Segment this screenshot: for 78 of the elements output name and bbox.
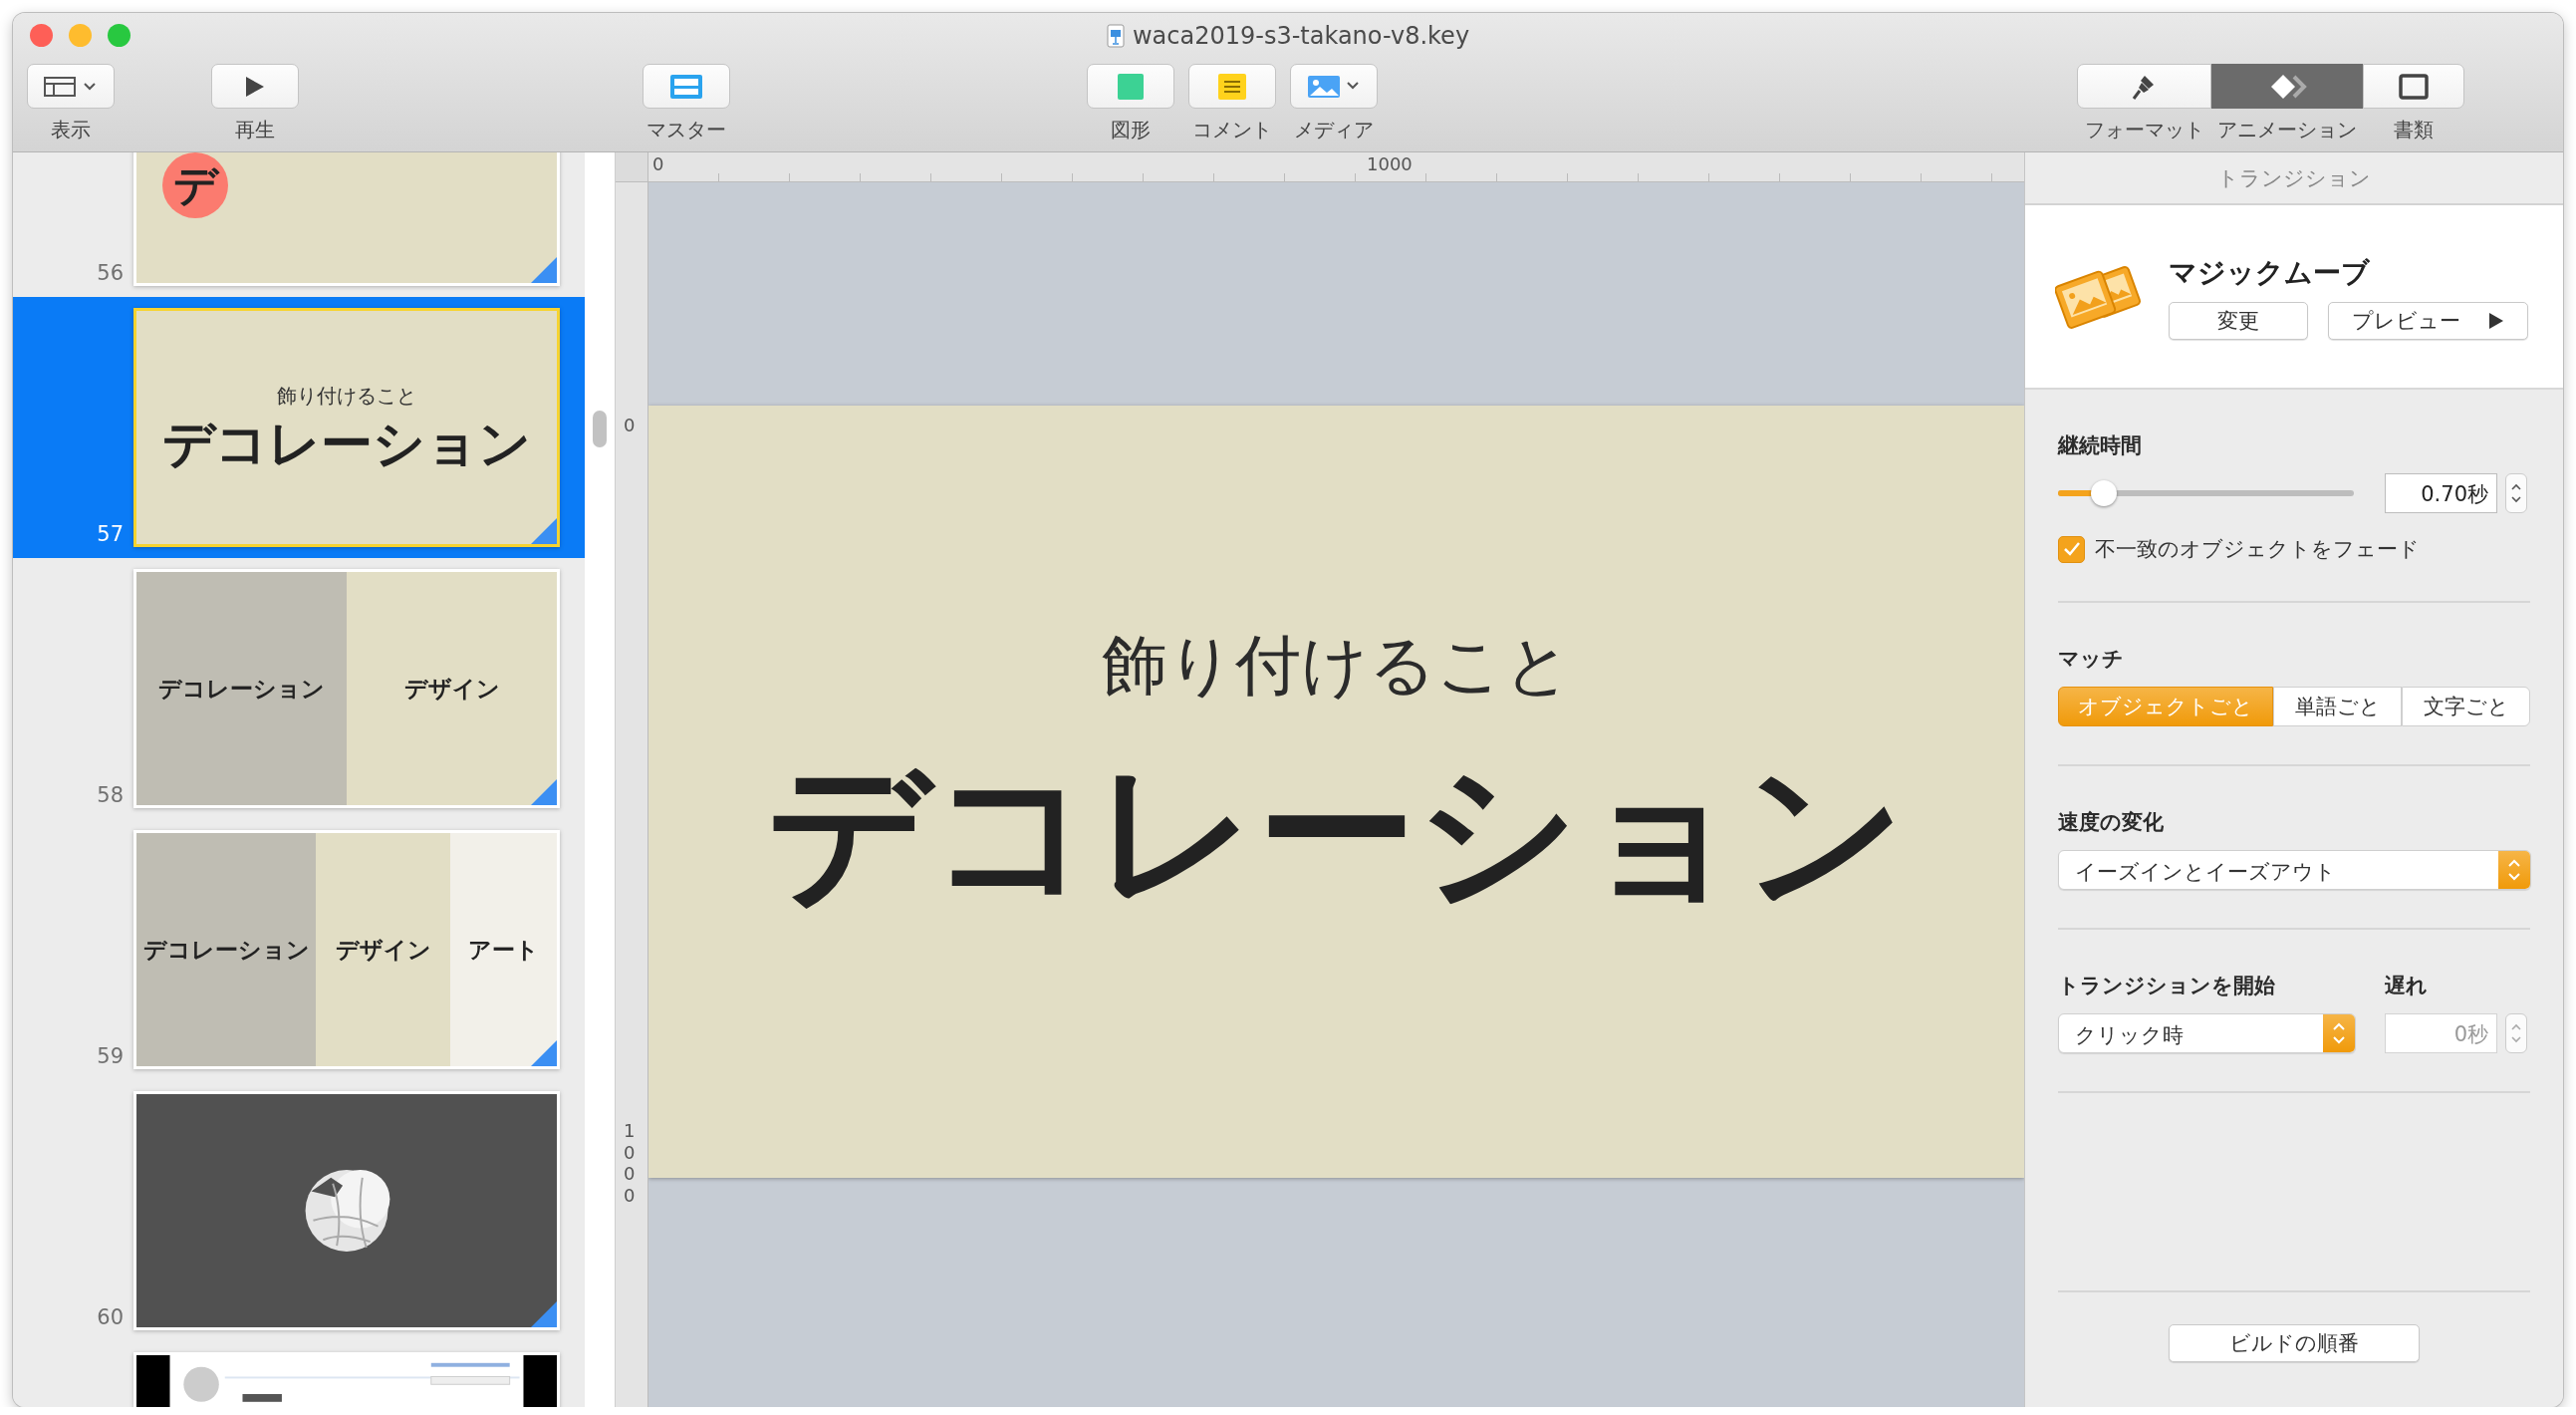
- image-icon: [1306, 73, 1362, 100]
- build-order-button[interactable]: ビルドの順番: [2169, 1324, 2420, 1362]
- inspector-heading: トランジション: [2217, 164, 2371, 192]
- slide-thumbnail[interactable]: デコレーション デザイン: [133, 569, 560, 808]
- close-button[interactable]: [30, 24, 53, 47]
- slide-column: アート: [449, 833, 557, 1066]
- toolbar-label: 図形: [1111, 117, 1151, 143]
- inspector-tab[interactable]: [2211, 64, 2363, 109]
- toolbar-label: 表示: [51, 117, 91, 143]
- slide-number: 59: [96, 1046, 124, 1069]
- toolbar-button[interactable]: [211, 64, 299, 109]
- slide-column: デコレーション: [136, 572, 347, 805]
- toolbar-label: マスター: [646, 117, 726, 143]
- section-label: 速度の変化: [2058, 809, 2165, 836]
- slide-canvas[interactable]: 飾り付けること デコレーション: [648, 406, 2024, 1178]
- slide-column: デザイン: [347, 572, 557, 805]
- slide-column: デコレーション: [136, 833, 317, 1066]
- slide-thumbnail[interactable]: デ: [133, 152, 560, 286]
- zoom-button[interactable]: [108, 24, 130, 47]
- slide-layout-icon: [669, 73, 703, 100]
- selected-slide-row[interactable]: 57 飾り付けること デコレーション: [13, 297, 585, 558]
- ruler-label: 1000: [1367, 153, 1413, 174]
- document-icon: [1106, 24, 1125, 48]
- slide-title: デコレーション: [766, 743, 1907, 920]
- toolbar-label: メディア: [1294, 117, 1374, 143]
- document-icon: [2399, 73, 2429, 100]
- ruler-label: 1000: [624, 1120, 637, 1207]
- slide-column: デザイン: [316, 833, 450, 1066]
- scroll-thumb[interactable]: [593, 411, 607, 447]
- tab-label: フォーマット: [2084, 117, 2204, 143]
- inspector-tab[interactable]: [2363, 64, 2464, 109]
- section-label: マッチ: [2058, 646, 2125, 673]
- preview-button[interactable]: プレビュー: [2328, 301, 2528, 340]
- window-title: waca2019-s3-takano-v8.key: [1132, 22, 1470, 50]
- change-button[interactable]: 変更: [2169, 301, 2308, 340]
- slide-subtitle: 飾り付けること: [277, 382, 416, 410]
- slide-thumbnail[interactable]: デコレーション デザイン アート: [133, 830, 560, 1069]
- note-icon: [1217, 72, 1247, 101]
- toolbar-button[interactable]: [27, 64, 115, 109]
- slide-subtitle: 飾り付けること: [1101, 630, 1572, 703]
- tab-label: アニメーション: [2217, 117, 2357, 143]
- slide-number: 57: [96, 524, 124, 547]
- checkbox-label: 不一致のオブジェクトをフェード: [2095, 536, 2420, 563]
- slide-badge: デ: [162, 152, 228, 218]
- toolbar-label: コメント: [1192, 117, 1272, 143]
- section-label: 継続時間: [2058, 432, 2143, 459]
- slide-thumbnail[interactable]: 飾り付けること デコレーション: [133, 308, 560, 547]
- checkmark-icon: [2062, 541, 2081, 557]
- toolbar-label: 再生: [235, 117, 275, 143]
- stepper-button[interactable]: [2505, 1013, 2527, 1053]
- tab-label: 書類: [2394, 117, 2434, 143]
- slide-number: 60: [96, 1307, 124, 1330]
- segment-option[interactable]: 単語ごと: [2273, 687, 2402, 726]
- popup-button[interactable]: クリック時: [2058, 1013, 2356, 1053]
- section-label: トランジションを開始: [2058, 973, 2276, 999]
- popup-button[interactable]: イーズインとイーズアウト: [2058, 850, 2531, 890]
- inspector-tab[interactable]: [2077, 64, 2211, 109]
- segment-option[interactable]: 文字ごと: [2402, 687, 2530, 726]
- play-icon: [244, 74, 266, 99]
- section-label: 遅れ: [2385, 973, 2429, 999]
- play-icon: [2488, 311, 2504, 330]
- sidebar-view-icon: [43, 74, 99, 99]
- effect-name: マジックムーブ: [2169, 254, 2371, 291]
- ruler-label: 0: [652, 153, 664, 174]
- stepper-button[interactable]: [2505, 473, 2527, 513]
- slide-number: 58: [96, 785, 124, 808]
- slider-thumb[interactable]: [2091, 480, 2118, 506]
- slide-title: デコレーション: [162, 415, 531, 473]
- updown-icon: [2510, 1021, 2522, 1045]
- ruler-label: 0: [624, 415, 637, 436]
- slide-number: 56: [96, 263, 124, 286]
- updown-icon: [2507, 857, 2521, 883]
- toolbar-button[interactable]: [1188, 64, 1276, 109]
- duration-field[interactable]: 0.70秒: [2385, 473, 2497, 513]
- updown-icon: [2332, 1020, 2346, 1046]
- square-icon: [1117, 72, 1145, 101]
- checkbox[interactable]: [2058, 535, 2085, 563]
- updown-icon: [2510, 481, 2522, 505]
